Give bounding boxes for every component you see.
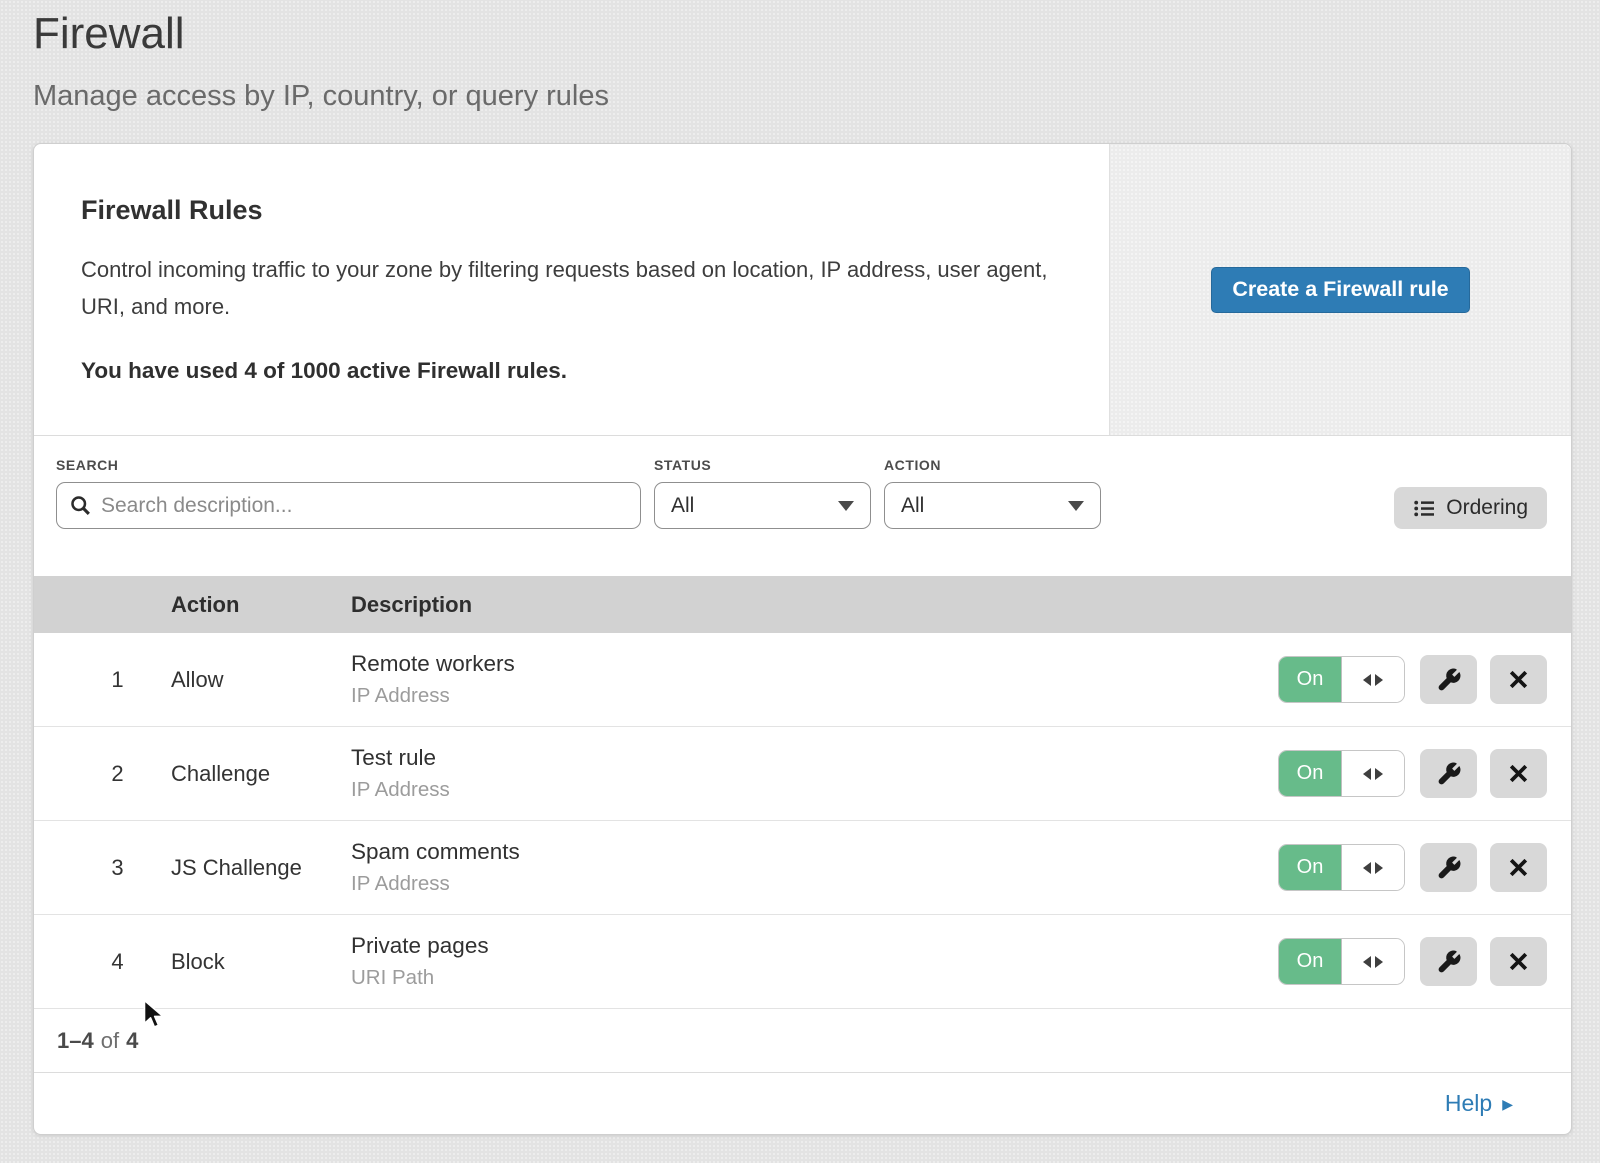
toggle-arrows-icon (1341, 939, 1404, 984)
toggle-arrows-icon (1341, 845, 1404, 890)
pagination-of: of (101, 1028, 119, 1054)
status-select[interactable]: All (654, 482, 871, 529)
search-filter: SEARCH (56, 457, 641, 529)
page-title: Firewall (0, 0, 1600, 62)
rule-match-type: IP Address (351, 778, 1277, 802)
rule-description: Private pages (351, 933, 1277, 959)
action-filter: ACTION All (884, 457, 1101, 529)
create-firewall-rule-button[interactable]: Create a Firewall rule (1211, 267, 1469, 313)
table-row: 1 Allow Remote workers IP Address On (34, 633, 1571, 727)
pagination: 1–4 of 4 (34, 1009, 1571, 1073)
rule-controls: On (1277, 937, 1571, 986)
rule-description-cell: Private pages URI Path (351, 933, 1277, 990)
status-filter: STATUS All (654, 457, 871, 529)
edit-rule-button[interactable] (1420, 843, 1477, 892)
rule-toggle[interactable]: On (1278, 656, 1405, 703)
edit-rule-button[interactable] (1420, 749, 1477, 798)
rule-description-cell: Test rule IP Address (351, 745, 1277, 802)
filters-bar: SEARCH STATUS All ACTION All (34, 436, 1571, 576)
search-label: SEARCH (56, 457, 641, 473)
wrench-icon (1436, 949, 1462, 975)
search-input[interactable] (56, 482, 641, 529)
rule-description: Spam comments (351, 839, 1277, 865)
firewall-rules-card: Firewall Rules Control incoming traffic … (33, 143, 1572, 1135)
wrench-icon (1436, 667, 1462, 693)
rule-match-type: IP Address (351, 684, 1277, 708)
rules-description: Control incoming traffic to your zone by… (81, 251, 1056, 325)
close-icon (1506, 949, 1531, 974)
rule-action: Allow (171, 667, 351, 693)
delete-rule-button[interactable] (1490, 843, 1547, 892)
pagination-total: 4 (126, 1028, 138, 1054)
delete-rule-button[interactable] (1490, 749, 1547, 798)
rule-controls: On (1277, 843, 1571, 892)
chevron-down-icon (838, 501, 854, 511)
action-select-value: All (901, 494, 924, 518)
table-body: 1 Allow Remote workers IP Address On (34, 633, 1571, 1009)
card-header: Firewall Rules Control incoming traffic … (34, 144, 1571, 436)
rule-description: Test rule (351, 745, 1277, 771)
table-header-description: Description (351, 592, 1277, 618)
rule-priority: 1 (34, 667, 171, 693)
pagination-range: 1–4 (57, 1028, 94, 1054)
action-label: ACTION (884, 457, 1101, 473)
ordering-button-label: Ordering (1446, 496, 1528, 520)
delete-rule-button[interactable] (1490, 937, 1547, 986)
toggle-on-label: On (1279, 939, 1341, 984)
status-select-value: All (671, 494, 694, 518)
rule-priority: 3 (34, 855, 171, 881)
create-rule-panel: Create a Firewall rule (1109, 144, 1571, 435)
rule-controls: On (1277, 749, 1571, 798)
rule-match-type: IP Address (351, 872, 1277, 896)
rules-usage-note: You have used 4 of 1000 active Firewall … (81, 358, 1079, 384)
rules-intro: Firewall Rules Control incoming traffic … (34, 144, 1109, 435)
ordering-list-icon (1413, 498, 1435, 519)
rule-toggle[interactable]: On (1278, 844, 1405, 891)
rule-action: JS Challenge (171, 855, 351, 881)
wrench-icon (1436, 855, 1462, 881)
search-icon (68, 493, 93, 523)
toggle-on-label: On (1279, 845, 1341, 890)
toggle-arrows-icon (1341, 751, 1404, 796)
toggle-arrows-icon (1341, 657, 1404, 702)
edit-rule-button[interactable] (1420, 655, 1477, 704)
close-icon (1506, 855, 1531, 880)
rule-description-cell: Spam comments IP Address (351, 839, 1277, 896)
rule-action: Challenge (171, 761, 351, 787)
page-subtitle: Manage access by IP, country, or query r… (0, 76, 1600, 116)
rule-match-type: URI Path (351, 966, 1277, 990)
rules-heading: Firewall Rules (81, 194, 1079, 226)
table-row: 4 Block Private pages URI Path On (34, 915, 1571, 1009)
delete-rule-button[interactable] (1490, 655, 1547, 704)
rule-description-cell: Remote workers IP Address (351, 651, 1277, 708)
toggle-on-label: On (1279, 751, 1341, 796)
table-row: 3 JS Challenge Spam comments IP Address … (34, 821, 1571, 915)
action-select[interactable]: All (884, 482, 1101, 529)
help-arrow-icon: ▶ (1502, 1096, 1513, 1113)
rule-priority: 4 (34, 949, 171, 975)
rule-priority: 2 (34, 761, 171, 787)
status-label: STATUS (654, 457, 871, 473)
help-link[interactable]: Help ▶ (1445, 1090, 1513, 1117)
rule-action: Block (171, 949, 351, 975)
rule-toggle[interactable]: On (1278, 750, 1405, 797)
card-footer: Help ▶ (34, 1073, 1571, 1133)
ordering-button[interactable]: Ordering (1394, 487, 1547, 529)
table-header-row: Action Description (34, 576, 1571, 633)
toggle-on-label: On (1279, 657, 1341, 702)
rule-controls: On (1277, 655, 1571, 704)
close-icon (1506, 667, 1531, 692)
table-header-action: Action (171, 592, 351, 618)
chevron-down-icon (1068, 501, 1084, 511)
edit-rule-button[interactable] (1420, 937, 1477, 986)
help-link-label: Help (1445, 1090, 1492, 1117)
table-row: 2 Challenge Test rule IP Address On (34, 727, 1571, 821)
rule-toggle[interactable]: On (1278, 938, 1405, 985)
close-icon (1506, 761, 1531, 786)
rule-description: Remote workers (351, 651, 1277, 677)
wrench-icon (1436, 761, 1462, 787)
